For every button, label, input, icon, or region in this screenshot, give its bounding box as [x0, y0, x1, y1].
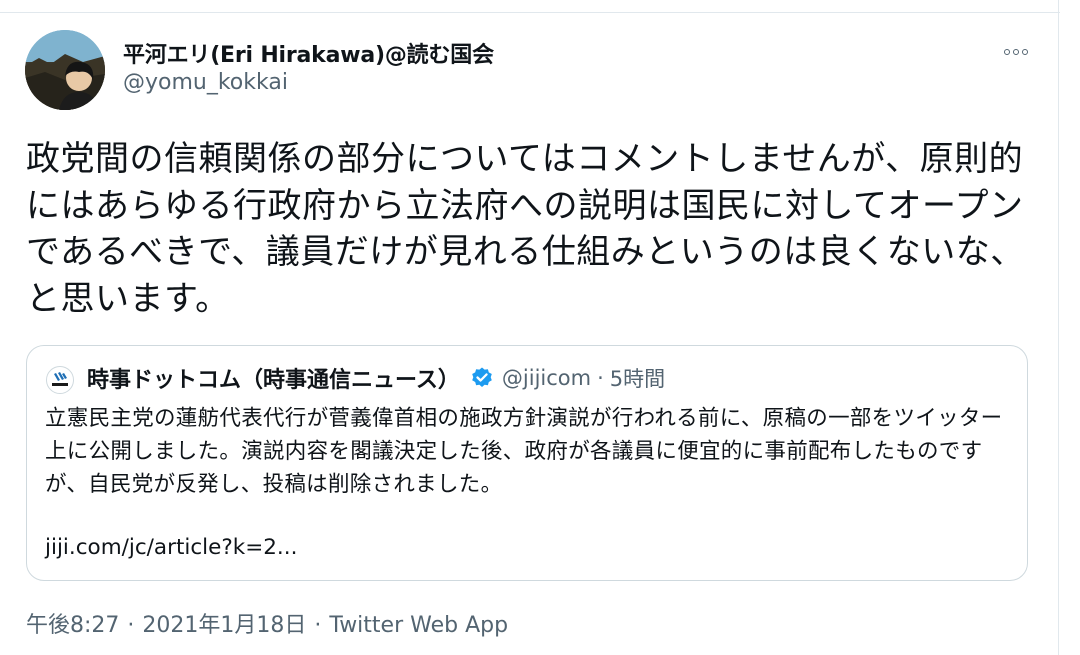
quoted-author-handle[interactable]: @jijicom	[502, 366, 591, 390]
author-handle[interactable]: @yomu_kokkai	[123, 70, 288, 95]
more-icon[interactable]	[1000, 42, 1032, 62]
tweet-date: 2021年1月18日	[142, 613, 307, 638]
quoted-tweet-text: 立憲民主党の蓮舫代表代行が菅義偉首相の施政方針演説が行われる前に、原稿の一部をツ…	[45, 406, 1003, 497]
separator: ·	[314, 613, 322, 638]
quoted-tweet-link[interactable]: jiji.com/jc/article?k=2...	[45, 535, 297, 560]
dot-icon	[1013, 49, 1019, 55]
dot-icon	[1004, 49, 1010, 55]
quoted-tweet-time[interactable]: 5時間	[610, 363, 665, 393]
dot-icon	[1022, 49, 1028, 55]
separator: ·	[127, 613, 135, 638]
verified-badge-icon	[470, 366, 494, 390]
tweet-source[interactable]: Twitter Web App	[329, 613, 508, 638]
tweet-text: 政党間の信頼関係の部分についてはコメントしませんが、原則的にはあらゆる行政府から…	[26, 139, 1025, 319]
quoted-tweet-header: 時事ドットコム（時事通信ニュース） @jijicom · 5時間	[87, 363, 665, 393]
avatar[interactable]	[25, 30, 105, 110]
quoted-tweet-card[interactable]: 時事ドットコム（時事通信ニュース） @jijicom · 5時間 立憲民主党の蓮…	[26, 345, 1028, 581]
author-display-name[interactable]: 平河エリ(Eri Hirakawa)@読む国会	[123, 37, 494, 69]
jiji-logo-icon	[46, 366, 74, 394]
quoted-author-name[interactable]: 時事ドットコム（時事通信ニュース）	[87, 362, 460, 394]
top-divider	[0, 12, 1060, 13]
tweet-meta: 午後8:27 · 2021年1月18日 · Twitter Web App	[26, 607, 508, 639]
separator: ·	[597, 366, 604, 390]
tweet-timestamp-link[interactable]: 午後8:27 · 2021年1月18日	[26, 613, 306, 638]
right-divider	[1058, 0, 1059, 655]
tweet-time: 午後8:27	[26, 613, 120, 638]
